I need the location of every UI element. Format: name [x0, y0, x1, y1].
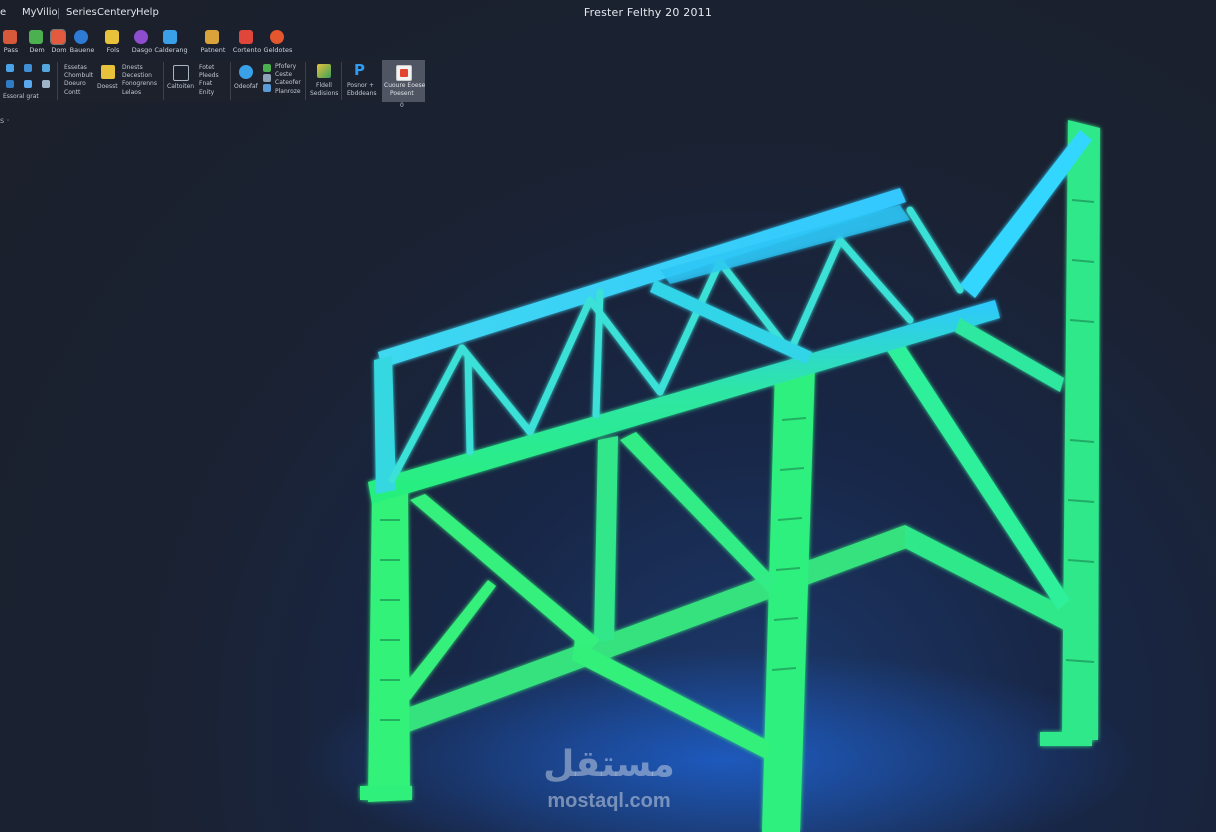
3d-viewport[interactable]	[0, 0, 1216, 832]
truss-cross-member[interactable]	[650, 280, 812, 364]
watermark-latin: mostaql.com	[547, 790, 671, 812]
base-plate-right	[1040, 732, 1092, 746]
column-front-left[interactable]	[368, 486, 410, 802]
base-plate-left	[360, 786, 412, 800]
diagonal-brace-center[interactable]	[620, 432, 776, 592]
diagonal-brace-left[interactable]	[410, 494, 600, 652]
watermark-arabic: مستقل	[543, 744, 675, 785]
column-back-right[interactable]	[1062, 120, 1100, 740]
knee-brace-right[interactable]	[955, 318, 1064, 392]
column-middle-back[interactable]	[594, 436, 618, 642]
